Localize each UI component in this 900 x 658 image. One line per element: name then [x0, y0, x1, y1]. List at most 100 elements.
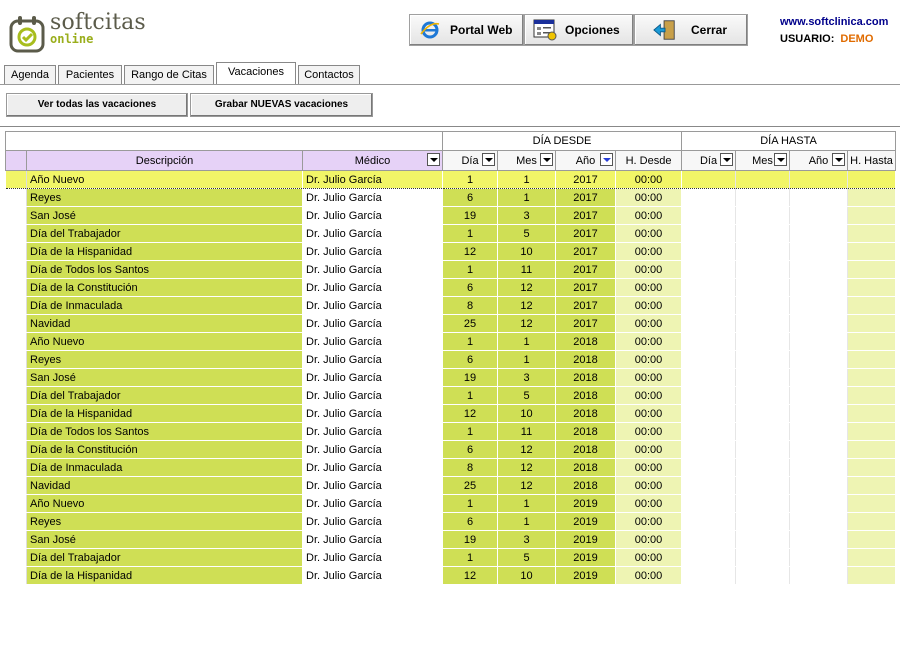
cell-hora-desde[interactable]: 00:00 [615, 224, 683, 243]
cell-dia-hasta[interactable] [681, 242, 737, 261]
col-medico[interactable]: Médico [301, 150, 444, 171]
cell-hora-hasta[interactable] [847, 530, 897, 549]
table-row[interactable]: Día del Trabajador Dr. Julio García 1 5 2019… [5, 548, 897, 567]
cell-anio-hasta[interactable] [789, 188, 849, 207]
cell-anio-desde[interactable]: 2018 [555, 368, 617, 387]
table-row[interactable]: Reyes Dr. Julio García 6 1 2018 00:00 [5, 350, 897, 369]
cell-mes-desde[interactable]: 12 [497, 440, 557, 459]
cell-hora-hasta[interactable] [847, 440, 897, 459]
cell-dia-hasta[interactable] [681, 458, 737, 477]
cell-hora-desde[interactable]: 00:00 [615, 170, 683, 189]
cell-descripcion[interactable]: Reyes [26, 188, 303, 207]
row-selector[interactable] [5, 548, 27, 567]
cell-mes-hasta[interactable] [735, 188, 791, 207]
table-row[interactable]: San José Dr. Julio García 19 3 2019 00:00 [5, 530, 897, 549]
cell-anio-desde[interactable]: 2017 [555, 260, 617, 279]
cell-dia-desde[interactable]: 6 [442, 278, 499, 297]
row-selector[interactable] [5, 170, 27, 189]
table-row[interactable]: San José Dr. Julio García 19 3 2017 00:00 [5, 206, 897, 225]
cell-hora-hasta[interactable] [847, 188, 897, 207]
row-selector[interactable] [5, 260, 27, 279]
cell-dia-desde[interactable]: 1 [442, 332, 499, 351]
cell-descripcion[interactable]: Día de Todos los Santos [26, 422, 303, 441]
cell-anio-desde[interactable]: 2018 [555, 476, 617, 495]
cell-descripcion[interactable]: Navidad [26, 476, 303, 495]
medico-filter-dropdown[interactable] [427, 153, 441, 166]
table-row[interactable]: Año Nuevo Dr. Julio García 1 1 2018 00:00 [5, 332, 897, 351]
cell-dia-desde[interactable]: 1 [442, 260, 499, 279]
cell-anio-hasta[interactable] [789, 386, 849, 405]
row-selector[interactable] [5, 440, 27, 459]
table-row[interactable]: Día de la Hispanidad Dr. Julio García 12 10… [5, 242, 897, 261]
cell-mes-hasta[interactable] [735, 458, 791, 477]
cell-medico[interactable]: Dr. Julio García [302, 314, 444, 333]
table-row[interactable]: Día de la Constitución Dr. Julio García 6 1… [5, 278, 897, 297]
mes-hasta-filter-dropdown[interactable] [774, 153, 788, 166]
cell-medico[interactable]: Dr. Julio García [302, 170, 444, 189]
cell-medico[interactable]: Dr. Julio García [302, 494, 444, 513]
cell-descripcion[interactable]: Día de Todos los Santos [26, 260, 303, 279]
row-selector[interactable] [5, 494, 27, 513]
cell-descripcion[interactable]: Navidad [26, 314, 303, 333]
cell-dia-hasta[interactable] [681, 404, 737, 423]
cell-dia-desde[interactable]: 19 [442, 368, 499, 387]
cell-hora-desde[interactable]: 00:00 [615, 278, 683, 297]
cell-anio-desde[interactable]: 2019 [555, 530, 617, 549]
cell-hora-hasta[interactable] [847, 206, 897, 225]
cell-hora-hasta[interactable] [847, 242, 897, 261]
row-selector[interactable] [5, 206, 27, 225]
cell-descripcion[interactable]: Día de la Hispanidad [26, 242, 303, 261]
cell-dia-hasta[interactable] [681, 224, 737, 243]
cell-hora-desde[interactable]: 00:00 [615, 566, 683, 585]
cell-dia-desde[interactable]: 1 [442, 422, 499, 441]
table-row[interactable]: Año Nuevo Dr. Julio García 1 1 2019 00:00 [5, 494, 897, 513]
col-dia-desde[interactable]: Día [442, 150, 499, 171]
cell-medico[interactable]: Dr. Julio García [302, 332, 444, 351]
row-selector[interactable] [5, 350, 27, 369]
cell-anio-desde[interactable]: 2017 [555, 206, 617, 225]
cell-medico[interactable]: Dr. Julio García [302, 368, 444, 387]
cell-anio-hasta[interactable] [789, 530, 849, 549]
cell-hora-hasta[interactable] [847, 224, 897, 243]
cell-mes-hasta[interactable] [735, 404, 791, 423]
row-selector[interactable] [5, 404, 27, 423]
cell-anio-hasta[interactable] [789, 404, 849, 423]
row-selector[interactable] [5, 566, 27, 585]
cell-hora-hasta[interactable] [847, 368, 897, 387]
col-mes-hasta[interactable]: Mes [735, 150, 791, 171]
col-hora-hasta[interactable]: H. Hasta [847, 150, 897, 171]
cell-medico[interactable]: Dr. Julio García [302, 386, 444, 405]
tab-vacaciones[interactable]: Vacaciones [216, 62, 296, 84]
row-selector[interactable] [5, 458, 27, 477]
cell-dia-desde[interactable]: 19 [442, 530, 499, 549]
cell-hora-desde[interactable]: 00:00 [615, 206, 683, 225]
cell-hora-desde[interactable]: 00:00 [615, 368, 683, 387]
table-row[interactable]: Día de Inmaculada Dr. Julio García 8 12 2017… [5, 296, 897, 315]
cell-descripcion[interactable]: Día de Inmaculada [26, 296, 303, 315]
cell-descripcion[interactable]: Día del Trabajador [26, 224, 303, 243]
row-selector[interactable] [5, 386, 27, 405]
cell-mes-desde[interactable]: 5 [497, 386, 557, 405]
cell-mes-hasta[interactable] [735, 260, 791, 279]
cell-mes-desde[interactable]: 3 [497, 206, 557, 225]
cell-dia-desde[interactable]: 1 [442, 224, 499, 243]
cell-anio-hasta[interactable] [789, 332, 849, 351]
cell-dia-hasta[interactable] [681, 206, 737, 225]
cell-mes-desde[interactable]: 1 [497, 350, 557, 369]
cell-medico[interactable]: Dr. Julio García [302, 188, 444, 207]
cell-dia-hasta[interactable] [681, 260, 737, 279]
cell-mes-hasta[interactable] [735, 422, 791, 441]
row-selector[interactable] [5, 368, 27, 387]
cell-mes-desde[interactable]: 12 [497, 314, 557, 333]
cell-hora-desde[interactable]: 00:00 [615, 530, 683, 549]
cell-medico[interactable]: Dr. Julio García [302, 296, 444, 315]
cell-hora-hasta[interactable] [847, 566, 897, 585]
cell-hora-hasta[interactable] [847, 404, 897, 423]
tab-rango-citas[interactable]: Rango de Citas [124, 65, 214, 84]
tab-contactos[interactable]: Contactos [298, 65, 360, 84]
cell-anio-hasta[interactable] [789, 260, 849, 279]
col-anio-desde[interactable]: Año [555, 150, 617, 171]
cell-medico[interactable]: Dr. Julio García [302, 404, 444, 423]
cell-mes-desde[interactable]: 3 [497, 530, 557, 549]
cell-hora-desde[interactable]: 00:00 [615, 440, 683, 459]
